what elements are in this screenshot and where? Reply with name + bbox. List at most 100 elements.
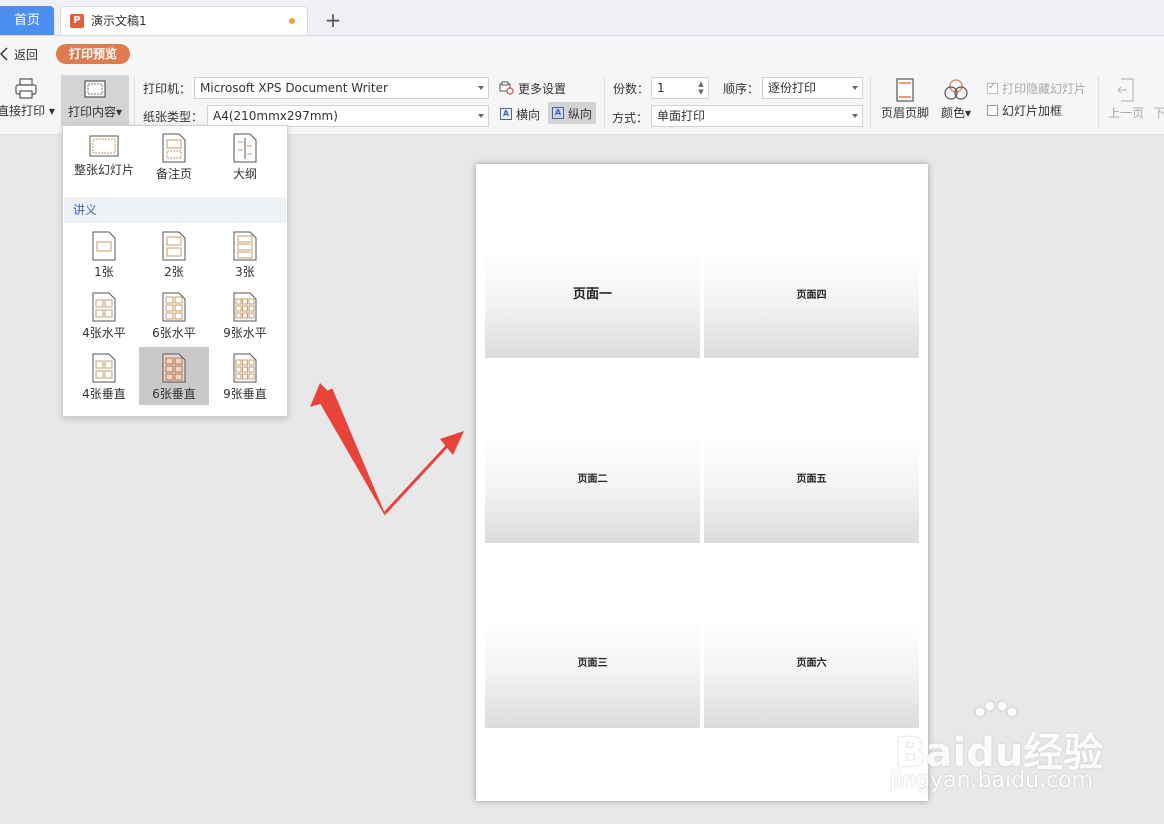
paper-type-value: A4(210mmx297mm)	[213, 109, 338, 123]
checkbox-checked-icon	[987, 81, 998, 94]
header-footer-label: 页眉页脚	[880, 106, 929, 120]
printer-icon	[15, 78, 37, 99]
landscape-icon: A	[500, 108, 512, 120]
slide-thumbnail: 页面一	[485, 248, 700, 358]
print-mode-label: 方式：	[612, 111, 649, 125]
more-settings-label: 更多设置	[518, 81, 567, 96]
watermark: Baidu经验 jingyan.baidu.com	[890, 700, 1150, 800]
option-handout-3[interactable]: 3张	[210, 225, 280, 283]
slide-title: 页面四	[796, 290, 827, 301]
print-content-button[interactable]: 打印内容▾	[61, 75, 129, 127]
print-preview-page: 页面一 页面四 页面二 页面五 页面三 页面六	[476, 164, 928, 801]
option-label: 整张幻灯片	[73, 163, 134, 177]
ribbon-separator	[604, 76, 605, 128]
full-slide-icon	[89, 135, 119, 157]
notes-page-icon	[162, 133, 186, 163]
landscape-label: 横向	[516, 107, 541, 122]
slide-title: 页面三	[577, 658, 608, 669]
color-label: 颜色	[940, 106, 965, 120]
copies-label: 份数：	[613, 82, 650, 96]
dropdown-caret-icon	[478, 86, 484, 90]
tab-home[interactable]: 首页	[0, 6, 54, 35]
handout-4-vertical-icon	[92, 353, 116, 383]
slide-thumbnail: 页面三	[485, 618, 700, 728]
handout-9-horizontal-icon	[233, 292, 257, 322]
stepper-arrows-icon[interactable]: ▲ ▼	[697, 80, 705, 96]
order-select[interactable]: 逐份打印	[762, 77, 863, 99]
paper-type-select[interactable]: A4(210mmx297mm)	[207, 105, 489, 127]
next-page-label: 下	[1152, 106, 1164, 120]
option-label: 2张	[164, 265, 184, 279]
option-outline[interactable]: 大纲	[210, 127, 280, 185]
print-content-label: 打印内容	[67, 105, 116, 119]
slide-title: 页面二	[577, 474, 608, 485]
portrait-button[interactable]: A 纵向	[548, 102, 597, 124]
direct-print-label: 直接打印	[0, 104, 46, 118]
option-label: 6张垂直	[152, 387, 196, 401]
option-handout-4-vertical[interactable]: 4张垂直	[69, 347, 139, 405]
color-button[interactable]: 颜色▾	[936, 78, 976, 121]
watermark-url: jingyan.baidu.com	[890, 768, 1094, 793]
option-notes-page[interactable]: 备注页	[139, 127, 209, 185]
ribbon-separator	[1098, 76, 1099, 128]
handout-section-header: 讲义	[64, 197, 286, 223]
document-title: 演示文稿1	[91, 14, 147, 28]
print-hidden-slides-checkbox[interactable]: 打印隐藏幻灯片	[987, 77, 1086, 99]
landscape-button[interactable]: A 横向	[500, 103, 540, 125]
copies-stepper[interactable]: 1 ▲ ▼	[651, 77, 709, 99]
slide-frame-icon	[84, 80, 106, 98]
option-handout-6-horizontal[interactable]: 6张水平	[139, 286, 209, 344]
option-label: 3张	[235, 265, 255, 279]
handout-6-vertical-icon	[162, 353, 186, 383]
slide-thumbnail: 页面二	[485, 433, 700, 543]
outline-icon	[233, 133, 257, 163]
more-settings-button[interactable]: 更多设置	[499, 77, 566, 99]
option-handout-4-horizontal[interactable]: 4张水平	[69, 286, 139, 344]
prev-page-button[interactable]: 上一页	[1104, 78, 1148, 121]
back-button[interactable]: 返回	[0, 45, 38, 63]
slide-thumbnail: 页面六	[704, 618, 919, 728]
print-mode-value: 单面打印	[657, 109, 706, 123]
option-label: 6张水平	[152, 326, 196, 340]
print-content-dropdown: 整张幻灯片 备注页 大纲 讲义 1张 2张 3张 4张水平 6张水平 9张水平 …	[62, 125, 288, 417]
order-label: 顺序：	[723, 82, 760, 96]
handout-1-icon	[92, 231, 116, 261]
option-handout-2[interactable]: 2张	[139, 225, 209, 283]
slide-thumbnail: 页面五	[704, 433, 919, 543]
slide-frame-checkbox[interactable]: 幻灯片加框	[987, 99, 1062, 121]
option-full-slide[interactable]: 整张幻灯片	[69, 127, 139, 185]
printer-label: 打印机：	[143, 82, 192, 96]
ribbon-separator	[870, 76, 871, 128]
option-label: 4张垂直	[82, 387, 126, 401]
header-footer-button[interactable]: 页眉页脚	[878, 78, 932, 121]
direct-print-button[interactable]: 直接打印 ▾	[0, 78, 56, 119]
prev-page-icon	[1117, 78, 1134, 102]
annotation-arrows	[310, 383, 464, 516]
option-label: 备注页	[155, 167, 192, 181]
option-label: 4张水平	[82, 326, 126, 340]
handout-6-horizontal-icon	[162, 292, 186, 322]
print-preview-badge: 打印预览	[56, 44, 130, 64]
dropdown-caret-icon	[852, 114, 858, 118]
option-handout-1[interactable]: 1张	[69, 225, 139, 283]
settings-printer-icon	[499, 81, 514, 95]
option-handout-9-horizontal[interactable]: 9张水平	[210, 286, 280, 344]
chevron-left-icon	[0, 47, 8, 61]
order-value: 逐份打印	[768, 81, 817, 95]
slide-title: 页面一	[572, 287, 612, 302]
next-page-button[interactable]: 下	[1152, 102, 1164, 121]
option-handout-9-vertical[interactable]: 9张垂直	[210, 347, 280, 405]
red-arrow-icon	[310, 383, 464, 516]
dropdown-caret-icon	[852, 86, 858, 90]
preview-header: 返回 打印预览	[0, 36, 1164, 72]
option-handout-6-vertical[interactable]: 6张垂直	[139, 347, 209, 405]
copies-value: 1	[657, 81, 665, 95]
tab-document[interactable]: P 演示文稿1	[60, 6, 308, 35]
handout-9-vertical-icon	[233, 353, 257, 383]
paper-type-label: 纸张类型：	[143, 110, 204, 124]
new-tab-button[interactable]: +	[322, 8, 344, 32]
printer-select[interactable]: Microsoft XPS Document Writer	[194, 77, 489, 99]
print-mode-select[interactable]: 单面打印	[651, 105, 863, 127]
tab-bar: 首页 P 演示文稿1 +	[0, 0, 1164, 36]
presentation-file-icon: P	[70, 14, 84, 28]
